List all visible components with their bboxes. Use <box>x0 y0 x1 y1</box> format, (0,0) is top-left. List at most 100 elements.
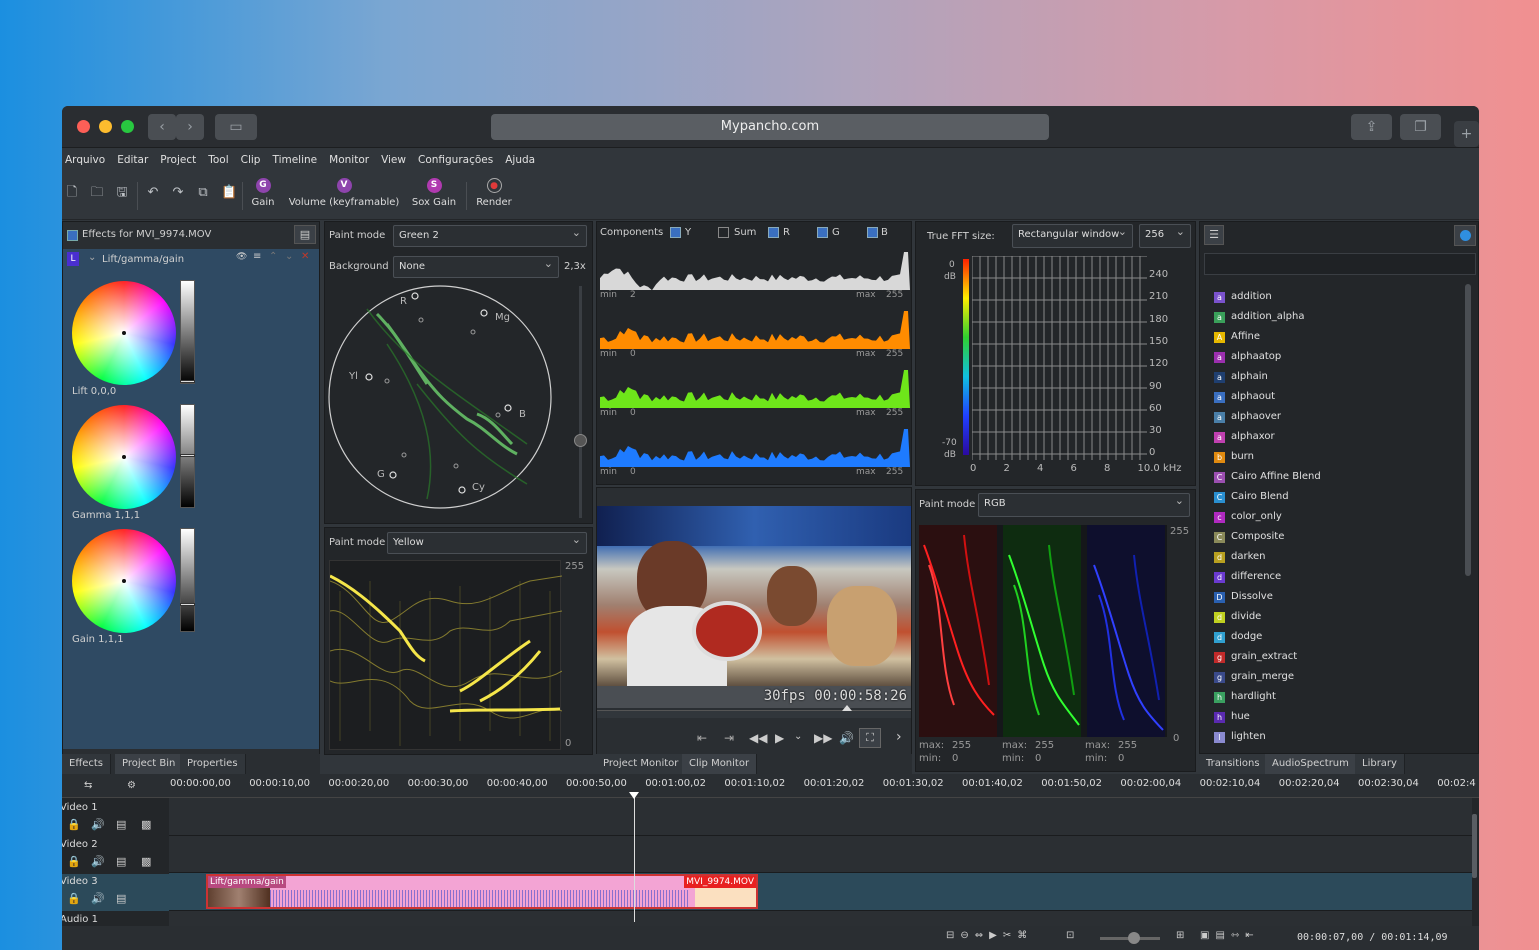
vectorscope-paint-mode-select[interactable]: Green 2 <box>393 223 587 247</box>
info-icon[interactable] <box>1454 225 1476 246</box>
undo-icon[interactable]: ↶ <box>146 186 160 200</box>
more-icon[interactable]: › <box>896 729 902 745</box>
transition-item[interactable]: a alphaout <box>1214 387 1275 407</box>
move-down-icon[interactable]: ⌄ <box>285 251 293 262</box>
menu-clip[interactable]: Clip <box>241 148 261 172</box>
minimize-window-button[interactable] <box>99 120 112 133</box>
go-start-icon[interactable]: ⇤ <box>697 731 707 745</box>
transitions-scrollbar[interactable] <box>1465 284 1471 576</box>
menu-arquivo[interactable]: Arquivo <box>65 148 105 172</box>
redo-icon[interactable]: ↷ <box>171 186 185 200</box>
composite-icon[interactable]: ▩ <box>141 818 151 831</box>
tab-effects[interactable]: Effects <box>62 754 111 774</box>
monitor-seek-bar[interactable] <box>597 705 911 718</box>
close-window-button[interactable] <box>77 120 90 133</box>
render-button[interactable]: ● Render <box>474 178 514 208</box>
b-checkbox[interactable] <box>867 227 878 238</box>
eye-icon[interactable]: 👁 <box>236 252 247 262</box>
zoom-slider-handle[interactable] <box>574 434 587 447</box>
rewind-icon[interactable]: ◀◀ <box>749 731 767 745</box>
lock-icon[interactable]: 🔒 <box>67 892 81 905</box>
menu-ajuda[interactable]: Ajuda <box>505 148 535 172</box>
transition-item[interactable]: D Dissolve <box>1214 587 1273 607</box>
maximize-window-button[interactable] <box>121 120 134 133</box>
menu-timeline[interactable]: Timeline <box>272 148 317 172</box>
delete-effect-icon[interactable]: ✕ <box>301 251 309 262</box>
tabs-overview-icon[interactable]: ❐ <box>1400 114 1441 140</box>
share-icon[interactable]: ⇪ <box>1351 114 1392 140</box>
lock-icon[interactable]: 🔒 <box>67 818 81 831</box>
transition-item[interactable]: A Affine <box>1214 327 1260 347</box>
new-file-icon[interactable]: 🗋 <box>65 186 79 200</box>
transition-search-input[interactable] <box>1204 253 1476 275</box>
fullscreen-icon[interactable]: ⛶ <box>859 728 881 748</box>
sox-gain-effect-button[interactable]: S Sox Gain <box>410 178 458 208</box>
transition-item[interactable]: a alphain <box>1214 367 1268 387</box>
menu-configuracoes[interactable]: Configurações <box>418 148 493 172</box>
waveform-paint-mode-select[interactable]: Yellow <box>387 530 587 554</box>
transition-item[interactable]: h hue <box>1214 707 1250 727</box>
transition-item[interactable]: C Composite <box>1214 527 1284 547</box>
transition-item[interactable]: g grain_extract <box>1214 647 1297 667</box>
tab-project-monitor[interactable]: Project Monitor <box>596 754 687 774</box>
forward-play-icon[interactable]: ▶▶ <box>814 731 832 745</box>
volume-icon[interactable]: 🔊 <box>839 731 854 745</box>
transition-item[interactable]: a alphaxor <box>1214 427 1275 447</box>
play-menu-icon[interactable]: ⌄ <box>794 731 802 742</box>
film-icon[interactable]: ▤ <box>116 892 126 905</box>
collapse-icon[interactable]: ⌄ <box>88 252 96 263</box>
transition-item[interactable]: h hardlight <box>1214 687 1276 707</box>
gain-color-wheel[interactable] <box>72 529 176 633</box>
new-tab-icon[interactable]: + <box>1454 121 1479 147</box>
film-icon[interactable]: ▤ <box>116 855 126 868</box>
film-icon[interactable]: ▤ <box>116 818 126 831</box>
zoom-slider[interactable] <box>574 286 587 518</box>
timeline-tool-icons[interactable]: ⊟⊖⇔▶✂⌘ <box>946 930 1033 941</box>
address-bar[interactable]: Mypancho.com <box>491 114 1049 140</box>
view-mode-icons[interactable]: ▣▤⇿⇤ <box>1200 930 1260 941</box>
paste-icon[interactable]: 📋 <box>221 186 237 200</box>
mute-icon[interactable]: 🔊 <box>91 855 105 868</box>
lift-slider-handle[interactable] <box>180 380 195 383</box>
gain-slider-handle[interactable] <box>180 603 195 606</box>
menu-icon[interactable]: ≡ <box>253 251 261 262</box>
r-checkbox[interactable] <box>768 227 779 238</box>
mute-icon[interactable]: 🔊 <box>91 818 105 831</box>
gamma-slider-handle[interactable] <box>180 454 195 457</box>
save-icon[interactable]: 🖫 <box>115 186 129 200</box>
transition-item[interactable]: g grain_merge <box>1214 667 1294 687</box>
transition-item[interactable]: C Cairo Affine Blend <box>1214 467 1321 487</box>
window-select[interactable]: Rectangular window <box>1012 222 1133 248</box>
transition-item[interactable]: a addition <box>1214 287 1272 307</box>
tab-audio-spectrum[interactable]: AudioSpectrum <box>1265 754 1357 774</box>
timeline-zoom-slider[interactable] <box>1100 932 1160 944</box>
menu-monitor[interactable]: Monitor <box>329 148 369 172</box>
transition-item[interactable]: d darken <box>1214 547 1266 567</box>
mute-icon[interactable]: 🔊 <box>91 892 105 905</box>
zoom-in-icon[interactable]: ⊞ <box>1176 930 1184 941</box>
back-icon[interactable]: ‹ <box>148 114 176 140</box>
tab-properties[interactable]: Properties <box>180 754 246 774</box>
menu-editar[interactable]: Editar <box>117 148 148 172</box>
transition-item[interactable]: c color_only <box>1214 507 1282 527</box>
track-config-icon[interactable]: ⚙ <box>127 780 136 791</box>
transition-item[interactable]: b burn <box>1214 447 1254 467</box>
list-view-icon[interactable]: ☰ <box>1204 225 1224 245</box>
effects-enable-checkbox[interactable] <box>67 230 78 241</box>
transition-item[interactable]: a addition_alpha <box>1214 307 1304 327</box>
tab-clip-monitor[interactable]: Clip Monitor <box>682 754 758 774</box>
go-end-icon[interactable]: ⇥ <box>724 731 734 745</box>
lift-slider[interactable] <box>180 280 195 384</box>
menu-project[interactable]: Project <box>160 148 196 172</box>
gain-effect-button[interactable]: G Gain <box>250 178 276 208</box>
transition-item[interactable]: d divide <box>1214 607 1261 627</box>
gain-slider[interactable] <box>180 528 195 632</box>
transition-item[interactable]: a alphaover <box>1214 407 1281 427</box>
tab-library[interactable]: Library <box>1355 754 1405 774</box>
transition-item[interactable]: l lighten <box>1214 727 1266 747</box>
timeline-clip[interactable]: Lift/gamma/gain MVI_9974.MOV <box>206 874 758 909</box>
forward-icon[interactable]: › <box>176 114 204 140</box>
menu-tool[interactable]: Tool <box>208 148 228 172</box>
transition-item[interactable]: d difference <box>1214 567 1281 587</box>
rgb-paint-mode-select[interactable]: RGB <box>978 491 1190 517</box>
